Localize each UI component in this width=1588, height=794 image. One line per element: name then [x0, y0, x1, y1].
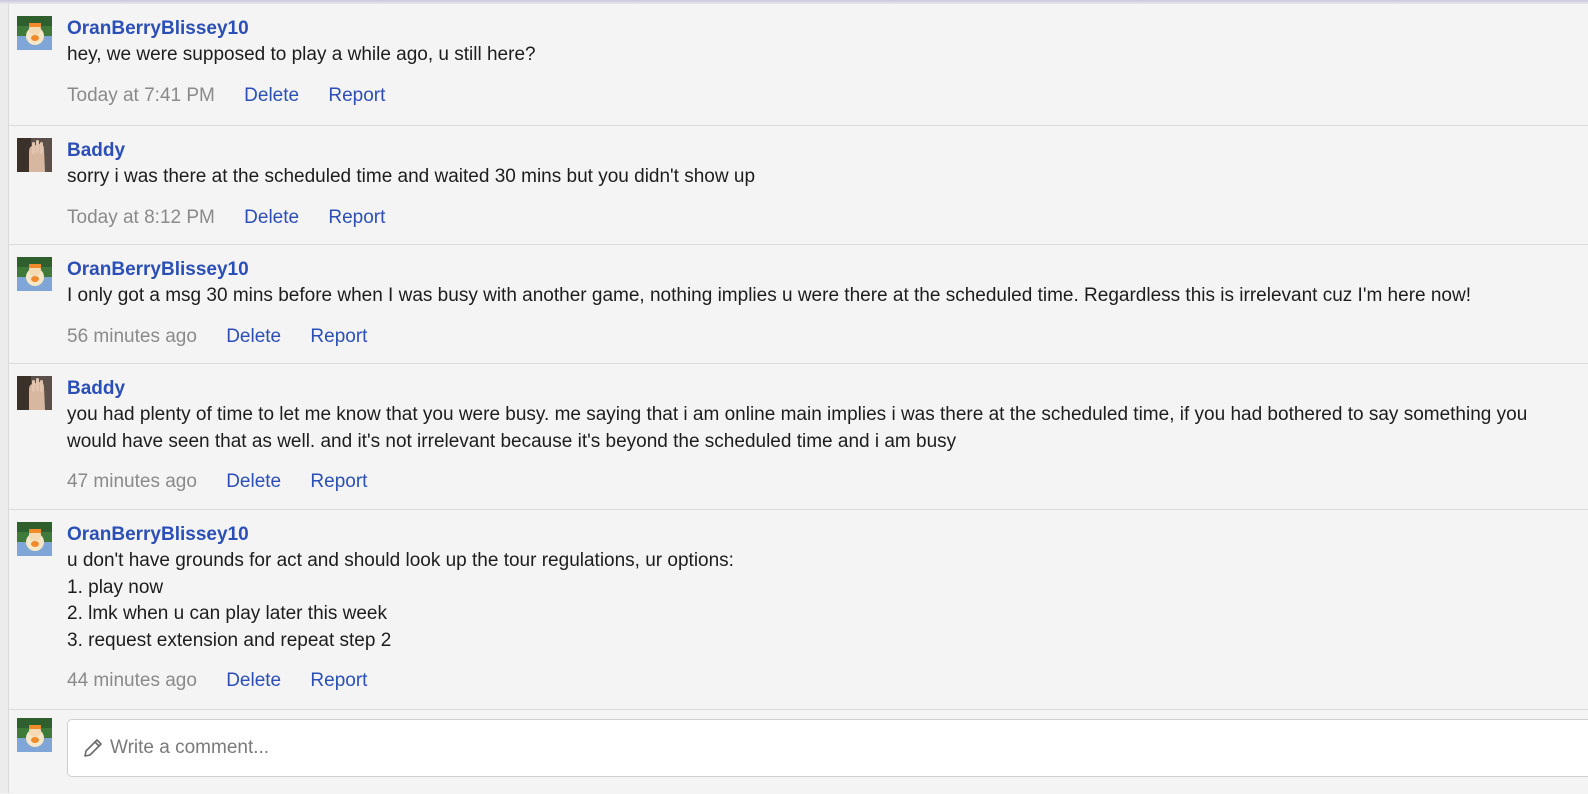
report-button[interactable]: Report — [328, 207, 385, 228]
comment-body: u don't have grounds for act and should … — [67, 550, 734, 651]
delete-button[interactable]: Delete — [244, 207, 299, 228]
comment-meta: Today at 7:41 PM Delete Report — [67, 83, 1588, 109]
comment-author[interactable]: Baddy — [67, 138, 125, 164]
comment-composer: Write a comment... — [9, 710, 1588, 794]
delete-button[interactable]: Delete — [226, 670, 281, 691]
comment-item: OranBerryBlissey10 u don't have grounds … — [9, 510, 1588, 710]
left-gutter — [0, 4, 9, 793]
comment-meta: Today at 8:12 PM Delete Report — [67, 205, 1588, 231]
delete-button[interactable]: Delete — [226, 326, 281, 347]
user-avatar[interactable] — [17, 522, 52, 556]
comment-timestamp[interactable]: Today at 8:12 PM — [67, 207, 215, 228]
comment-body: sorry i was there at the scheduled time … — [67, 166, 756, 187]
blissey-avatar-icon — [17, 16, 52, 50]
comment-body: you had plenty of time to let me know th… — [67, 404, 1528, 452]
comment-item: OranBerryBlissey10 hey, we were supposed… — [9, 4, 1588, 126]
hand-avatar-icon — [17, 376, 52, 410]
comment-timestamp[interactable]: 47 minutes ago — [67, 471, 197, 492]
comment-timestamp[interactable]: Today at 7:41 PM — [67, 85, 215, 106]
report-button[interactable]: Report — [310, 670, 367, 691]
comment-author[interactable]: OranBerryBlissey10 — [67, 257, 249, 283]
comment-author[interactable]: Baddy — [67, 376, 125, 402]
current-user-avatar — [17, 718, 52, 752]
comment-timestamp[interactable]: 56 minutes ago — [67, 326, 197, 347]
comment-body: hey, we were supposed to play a while ag… — [67, 44, 536, 65]
delete-button[interactable]: Delete — [226, 471, 281, 492]
blissey-avatar-icon — [17, 718, 52, 752]
comment-item: Baddy sorry i was there at the scheduled… — [9, 126, 1588, 245]
comment-input-placeholder: Write a comment... — [110, 737, 270, 758]
comment-meta: 56 minutes ago Delete Report — [67, 324, 1588, 350]
user-avatar[interactable] — [17, 16, 52, 50]
pencil-icon — [84, 739, 102, 757]
report-button[interactable]: Report — [310, 326, 367, 347]
comment-item: Baddy you had plenty of time to let me k… — [9, 364, 1588, 510]
comment-author[interactable]: OranBerryBlissey10 — [67, 522, 249, 548]
comment-meta: 44 minutes ago Delete Report — [67, 668, 1588, 694]
report-button[interactable]: Report — [328, 85, 385, 106]
user-avatar[interactable] — [17, 138, 52, 172]
blissey-avatar-icon — [17, 522, 52, 556]
comment-meta: 47 minutes ago Delete Report — [67, 469, 1588, 495]
blissey-avatar-icon — [17, 257, 52, 291]
comment-author[interactable]: OranBerryBlissey10 — [67, 16, 249, 42]
delete-button[interactable]: Delete — [244, 85, 299, 106]
comment-thread: OranBerryBlissey10 hey, we were supposed… — [9, 4, 1588, 794]
user-avatar[interactable] — [17, 257, 52, 291]
comment-body: I only got a msg 30 mins before when I w… — [67, 285, 1471, 306]
hand-avatar-icon — [17, 138, 52, 172]
comment-item: OranBerryBlissey10 I only got a msg 30 m… — [9, 245, 1588, 364]
comment-timestamp[interactable]: 44 minutes ago — [67, 670, 197, 691]
comment-input[interactable]: Write a comment... — [67, 719, 1588, 777]
user-avatar[interactable] — [17, 376, 52, 410]
report-button[interactable]: Report — [310, 471, 367, 492]
